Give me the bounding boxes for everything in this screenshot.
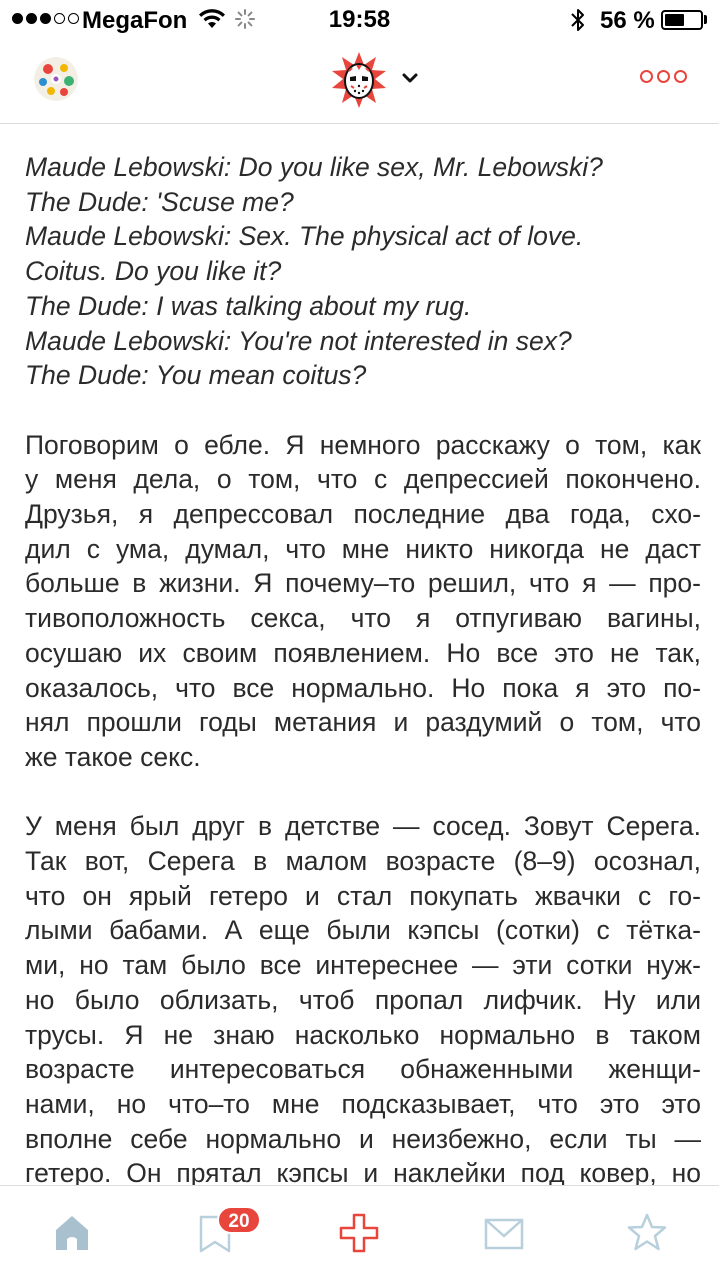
text-line: гетеро. Он прятал кэпсы и наклейки под к… [25, 1158, 701, 1185]
quote-line: Coitus. Do you like it? [25, 256, 282, 287]
quote-line: Maude Lebowski: Do you like sex, Mr. Leb… [25, 152, 603, 182]
text-line: трусы. Я не знаю насколько нормально в т… [25, 1019, 701, 1050]
text-line: ми, но там было все интереснее — эти сот… [25, 950, 701, 981]
paragraph: Поговорим о ебле. Я немного расскажу о т… [25, 428, 701, 775]
text-line: Друзья, я депрессовал последние два года… [25, 499, 701, 530]
quote-line: The Dude: I was talking about my rug. [25, 290, 472, 321]
avatar-multicolor-icon[interactable] [34, 57, 78, 101]
text-line: же такое секс. [25, 741, 201, 772]
more-dots-icon[interactable] [640, 70, 687, 83]
text-line: Так вот, Серега в малом возрасте (8–9) о… [25, 846, 701, 877]
text-line: осушаю их своим появлением. Но все это н… [25, 637, 701, 668]
mail-icon[interactable] [484, 1218, 524, 1250]
text-line: оказалось, что все нормально. Но пока я … [25, 672, 701, 703]
text-line: дил с ума, думал, что мне никто никогда … [25, 533, 701, 564]
text-line: Поговорим о ебле. Я немного расскажу о т… [25, 429, 701, 460]
status-bar: MegaFon 19:58 56 % [0, 0, 719, 40]
text-line: что он ярый гетеро и стал покупать жвачк… [25, 880, 701, 911]
nav-bar [0, 40, 719, 124]
bookmarks-badge: 20 [217, 1206, 261, 1234]
post-body: Maude Lebowski: Do you like sex, Mr. Leb… [25, 150, 701, 1185]
text-line: у меня дела, о том, что с депрессией пок… [25, 464, 701, 495]
star-icon[interactable] [627, 1212, 667, 1252]
text-line: возрасте интересоваться обнаженными женщ… [25, 1054, 701, 1085]
text-line: нял прошли годы метания и раздумий о том… [25, 707, 701, 738]
quote-line: Maude Lebowski: Sex. The physical act of… [25, 221, 584, 252]
movie-quote: Maude Lebowski: Do you like sex, Mr. Leb… [25, 150, 701, 393]
battery-icon [661, 10, 703, 30]
text-line: У меня был друг в детстве — сосед. Зовут… [25, 811, 701, 842]
text-line: нами, но что–то мне подсказывает, что эт… [25, 1088, 701, 1119]
text-line: больше в жизни. Я почему–то решил, что я… [25, 568, 701, 599]
text-line: лыми бабами. А еще были кэпсы (сотки) с … [25, 915, 701, 946]
bluetooth-icon [571, 9, 584, 31]
tab-bar [0, 1185, 719, 1280]
text-line: вполне себе нормально и неизбежно, если … [25, 1123, 701, 1154]
quote-line: Maude Lebowski: You're not interested in… [25, 325, 572, 356]
add-post-icon[interactable] [338, 1212, 380, 1254]
paragraph: У меня был друг в детстве — сосед. Зовут… [25, 809, 701, 1185]
quote-line: The Dude: You mean coitus? [25, 360, 367, 391]
battery-percent: 56 % [600, 7, 655, 34]
text-line: но было облизать, чтоб пропал лифчик. Ну… [25, 984, 701, 1015]
battery-cap [704, 15, 707, 24]
chevron-down-icon[interactable] [401, 72, 419, 84]
home-icon[interactable] [54, 1214, 90, 1252]
text-line: тивоположность секса, что я отпугиваю ва… [25, 603, 701, 634]
quote-line: The Dude: 'Scuse me? [25, 186, 294, 217]
hockey-mask-logo-icon[interactable] [330, 51, 388, 109]
